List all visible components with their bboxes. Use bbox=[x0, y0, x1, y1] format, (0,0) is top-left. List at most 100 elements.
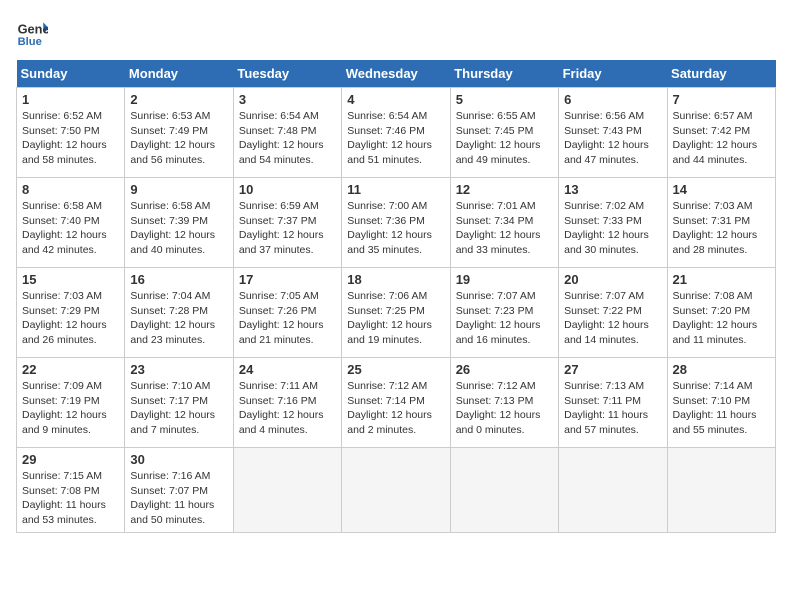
day-info: Sunrise: 7:09 AM Sunset: 7:19 PM Dayligh… bbox=[22, 379, 119, 438]
day-info: Sunrise: 7:12 AM Sunset: 7:14 PM Dayligh… bbox=[347, 379, 444, 438]
day-info: Sunrise: 6:56 AM Sunset: 7:43 PM Dayligh… bbox=[564, 109, 661, 168]
day-info: Sunrise: 7:03 AM Sunset: 7:29 PM Dayligh… bbox=[22, 289, 119, 348]
day-number: 27 bbox=[564, 362, 661, 377]
day-number: 15 bbox=[22, 272, 119, 287]
day-cell: 13Sunrise: 7:02 AM Sunset: 7:33 PM Dayli… bbox=[559, 178, 667, 268]
day-number: 5 bbox=[456, 92, 553, 107]
day-cell: 16 Sunrise: 7:04 AM Sunset: 7:28 PM Dayli… bbox=[125, 268, 233, 358]
day-cell: 22 Sunrise: 7:09 AM Sunset: 7:19 PM Dayli… bbox=[17, 358, 125, 448]
day-number: 18 bbox=[347, 272, 444, 287]
day-cell: 28Sunrise: 7:14 AM Sunset: 7:10 PM Dayli… bbox=[667, 358, 775, 448]
day-number: 3 bbox=[239, 92, 336, 107]
day-number: 7 bbox=[673, 92, 770, 107]
day-info: Sunrise: 6:53 AM Sunset: 7:49 PM Dayligh… bbox=[130, 109, 227, 168]
svg-text:Blue: Blue bbox=[18, 36, 42, 48]
weekday-saturday: Saturday bbox=[667, 60, 775, 88]
day-info: Sunrise: 7:00 AM Sunset: 7:36 PM Dayligh… bbox=[347, 199, 444, 258]
day-info: Sunrise: 7:01 AM Sunset: 7:34 PM Dayligh… bbox=[456, 199, 553, 258]
week-row-2: 8 Sunrise: 6:58 AM Sunset: 7:40 PM Daylig… bbox=[17, 178, 776, 268]
day-info: Sunrise: 7:15 AM Sunset: 7:08 PM Dayligh… bbox=[22, 469, 119, 528]
day-number: 9 bbox=[130, 182, 227, 197]
day-cell bbox=[233, 448, 341, 533]
day-cell: 14 Sunrise: 7:03 AM Sunset: 7:31 PM Dayli… bbox=[667, 178, 775, 268]
day-info: Sunrise: 7:16 AM Sunset: 7:07 PM Dayligh… bbox=[130, 469, 227, 528]
day-info: Sunrise: 6:52 AM Sunset: 7:50 PM Dayligh… bbox=[22, 109, 119, 168]
day-info: Sunrise: 7:10 AM Sunset: 7:17 PM Dayligh… bbox=[130, 379, 227, 438]
day-cell: 20 Sunrise: 7:07 AM Sunset: 7:22 PM Dayli… bbox=[559, 268, 667, 358]
day-cell: 26 Sunrise: 7:12 AM Sunset: 7:13 PM Dayli… bbox=[450, 358, 558, 448]
logo-icon: General Blue bbox=[16, 16, 48, 48]
day-info: Sunrise: 6:58 AM Sunset: 7:40 PM Dayligh… bbox=[22, 199, 119, 258]
day-number: 30 bbox=[130, 452, 227, 467]
day-info: Sunrise: 7:02 AM Sunset: 7:33 PM Dayligh… bbox=[564, 199, 661, 258]
day-info: Sunrise: 7:07 AM Sunset: 7:22 PM Dayligh… bbox=[564, 289, 661, 348]
day-cell bbox=[667, 448, 775, 533]
week-row-5: 29 Sunrise: 7:15 AM Sunset: 7:08 PM Dayli… bbox=[17, 448, 776, 533]
day-number: 16 bbox=[130, 272, 227, 287]
day-info: Sunrise: 7:13 AM Sunset: 7:11 PM Dayligh… bbox=[564, 379, 661, 438]
day-cell: 5Sunrise: 6:55 AM Sunset: 7:45 PM Daylig… bbox=[450, 88, 558, 178]
day-cell: 25 Sunrise: 7:12 AM Sunset: 7:14 PM Dayli… bbox=[342, 358, 450, 448]
day-cell bbox=[342, 448, 450, 533]
weekday-thursday: Thursday bbox=[450, 60, 558, 88]
day-info: Sunrise: 7:03 AM Sunset: 7:31 PM Dayligh… bbox=[673, 199, 770, 258]
day-info: Sunrise: 7:07 AM Sunset: 7:23 PM Dayligh… bbox=[456, 289, 553, 348]
day-info: Sunrise: 7:08 AM Sunset: 7:20 PM Dayligh… bbox=[673, 289, 770, 348]
day-cell: 4 Sunrise: 6:54 AM Sunset: 7:46 PM Daylig… bbox=[342, 88, 450, 178]
day-info: Sunrise: 7:05 AM Sunset: 7:26 PM Dayligh… bbox=[239, 289, 336, 348]
day-number: 26 bbox=[456, 362, 553, 377]
day-number: 20 bbox=[564, 272, 661, 287]
day-cell: 27 Sunrise: 7:13 AM Sunset: 7:11 PM Dayli… bbox=[559, 358, 667, 448]
day-number: 10 bbox=[239, 182, 336, 197]
day-cell: 6 Sunrise: 6:56 AM Sunset: 7:43 PM Daylig… bbox=[559, 88, 667, 178]
weekday-wednesday: Wednesday bbox=[342, 60, 450, 88]
day-cell: 3Sunrise: 6:54 AM Sunset: 7:48 PM Daylig… bbox=[233, 88, 341, 178]
day-cell: 12 Sunrise: 7:01 AM Sunset: 7:34 PM Dayli… bbox=[450, 178, 558, 268]
day-number: 12 bbox=[456, 182, 553, 197]
day-info: Sunrise: 7:11 AM Sunset: 7:16 PM Dayligh… bbox=[239, 379, 336, 438]
day-number: 17 bbox=[239, 272, 336, 287]
day-info: Sunrise: 7:12 AM Sunset: 7:13 PM Dayligh… bbox=[456, 379, 553, 438]
day-cell: 23Sunrise: 7:10 AM Sunset: 7:17 PM Dayli… bbox=[125, 358, 233, 448]
logo: General Blue bbox=[16, 16, 52, 48]
day-number: 24 bbox=[239, 362, 336, 377]
day-info: Sunrise: 6:57 AM Sunset: 7:42 PM Dayligh… bbox=[673, 109, 770, 168]
day-cell: 15 Sunrise: 7:03 AM Sunset: 7:29 PM Dayli… bbox=[17, 268, 125, 358]
day-number: 25 bbox=[347, 362, 444, 377]
day-info: Sunrise: 6:54 AM Sunset: 7:46 PM Dayligh… bbox=[347, 109, 444, 168]
day-number: 14 bbox=[673, 182, 770, 197]
week-row-1: 1 Sunrise: 6:52 AM Sunset: 7:50 PM Daylig… bbox=[17, 88, 776, 178]
header: General Blue bbox=[16, 16, 776, 48]
day-number: 29 bbox=[22, 452, 119, 467]
day-cell: 7 Sunrise: 6:57 AM Sunset: 7:42 PM Daylig… bbox=[667, 88, 775, 178]
day-info: Sunrise: 7:14 AM Sunset: 7:10 PM Dayligh… bbox=[673, 379, 770, 438]
day-number: 6 bbox=[564, 92, 661, 107]
day-cell: 29 Sunrise: 7:15 AM Sunset: 7:08 PM Dayli… bbox=[17, 448, 125, 533]
day-number: 8 bbox=[22, 182, 119, 197]
day-number: 19 bbox=[456, 272, 553, 287]
day-cell bbox=[559, 448, 667, 533]
day-cell: 17 Sunrise: 7:05 AM Sunset: 7:26 PM Dayli… bbox=[233, 268, 341, 358]
day-number: 2 bbox=[130, 92, 227, 107]
weekday-tuesday: Tuesday bbox=[233, 60, 341, 88]
day-info: Sunrise: 7:06 AM Sunset: 7:25 PM Dayligh… bbox=[347, 289, 444, 348]
day-cell: 2 Sunrise: 6:53 AM Sunset: 7:49 PM Daylig… bbox=[125, 88, 233, 178]
day-cell: 18 Sunrise: 7:06 AM Sunset: 7:25 PM Dayli… bbox=[342, 268, 450, 358]
day-cell: 21Sunrise: 7:08 AM Sunset: 7:20 PM Dayli… bbox=[667, 268, 775, 358]
day-number: 11 bbox=[347, 182, 444, 197]
day-cell: 9 Sunrise: 6:58 AM Sunset: 7:39 PM Daylig… bbox=[125, 178, 233, 268]
day-number: 1 bbox=[22, 92, 119, 107]
weekday-header-row: SundayMondayTuesdayWednesdayThursdayFrid… bbox=[17, 60, 776, 88]
day-number: 4 bbox=[347, 92, 444, 107]
day-info: Sunrise: 6:58 AM Sunset: 7:39 PM Dayligh… bbox=[130, 199, 227, 258]
day-cell: 10 Sunrise: 6:59 AM Sunset: 7:37 PM Dayli… bbox=[233, 178, 341, 268]
weekday-sunday: Sunday bbox=[17, 60, 125, 88]
calendar-table: SundayMondayTuesdayWednesdayThursdayFrid… bbox=[16, 60, 776, 533]
day-info: Sunrise: 7:04 AM Sunset: 7:28 PM Dayligh… bbox=[130, 289, 227, 348]
week-row-4: 22 Sunrise: 7:09 AM Sunset: 7:19 PM Dayli… bbox=[17, 358, 776, 448]
week-row-3: 15 Sunrise: 7:03 AM Sunset: 7:29 PM Dayli… bbox=[17, 268, 776, 358]
day-info: Sunrise: 6:59 AM Sunset: 7:37 PM Dayligh… bbox=[239, 199, 336, 258]
weekday-monday: Monday bbox=[125, 60, 233, 88]
day-number: 22 bbox=[22, 362, 119, 377]
day-cell: 1 Sunrise: 6:52 AM Sunset: 7:50 PM Daylig… bbox=[17, 88, 125, 178]
